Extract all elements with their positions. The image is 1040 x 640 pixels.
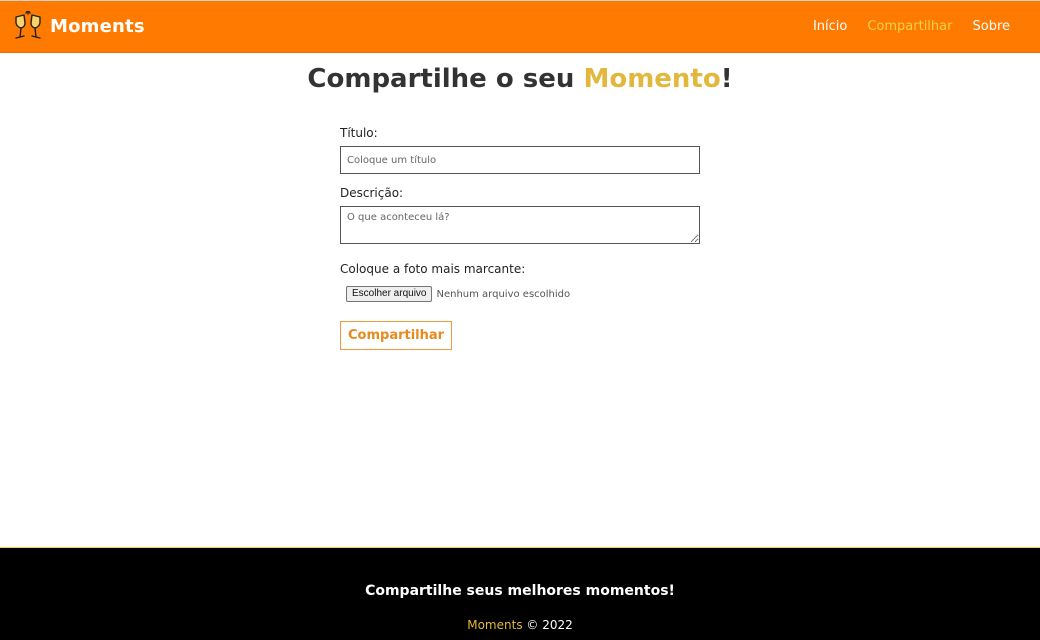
share-submit-button[interactable]: Compartilhar [340,321,453,350]
nav-link-sobre[interactable]: Sobre [972,19,1010,34]
file-status-text: Nenhum arquivo escolhido [436,288,571,300]
file-picker: Escolher arquivo Nenhum arquivo escolhid… [346,286,700,302]
footer: Compartilhe seus melhores momentos! Mome… [0,547,1040,640]
title-input[interactable] [340,146,700,174]
photo-label: Coloque a foto mais marcante: [340,262,526,276]
champagne-glasses-icon [15,10,41,39]
footer-copyright-text: © 2022 [522,618,573,632]
brand-name: Moments [50,16,145,37]
footer-brand: Moments [467,618,523,632]
page-title-accent: Momento [583,64,721,94]
top-navbar: Moments Início Compartilhar Sobre [0,0,1040,53]
description-group: Descrição: [340,186,700,248]
footer-tagline: Compartilhe seus melhores momentos! [365,583,675,599]
main-nav: Início Compartilhar Sobre [813,19,1010,34]
description-textarea[interactable] [340,206,700,244]
photo-group: Coloque a foto mais marcante: Escolher a… [340,262,700,302]
choose-file-button[interactable]: Escolher arquivo [346,286,433,302]
nav-link-inicio[interactable]: Início [813,19,847,34]
page-title-prefix: Compartilhe o seu [307,64,584,94]
title-label: Título: [340,126,378,140]
title-group: Título: [340,126,700,174]
description-label: Descrição: [340,186,404,200]
share-moment-form: Título: Descrição: Coloque a foto mais m… [340,126,700,350]
page-title: Compartilhe o seu Momento! [0,64,1040,94]
page-title-suffix: ! [720,64,733,94]
brand[interactable]: Moments [12,10,145,43]
nav-link-compartilhar[interactable]: Compartilhar [867,19,952,34]
footer-copyright: Moments © 2022 [0,618,1040,632]
